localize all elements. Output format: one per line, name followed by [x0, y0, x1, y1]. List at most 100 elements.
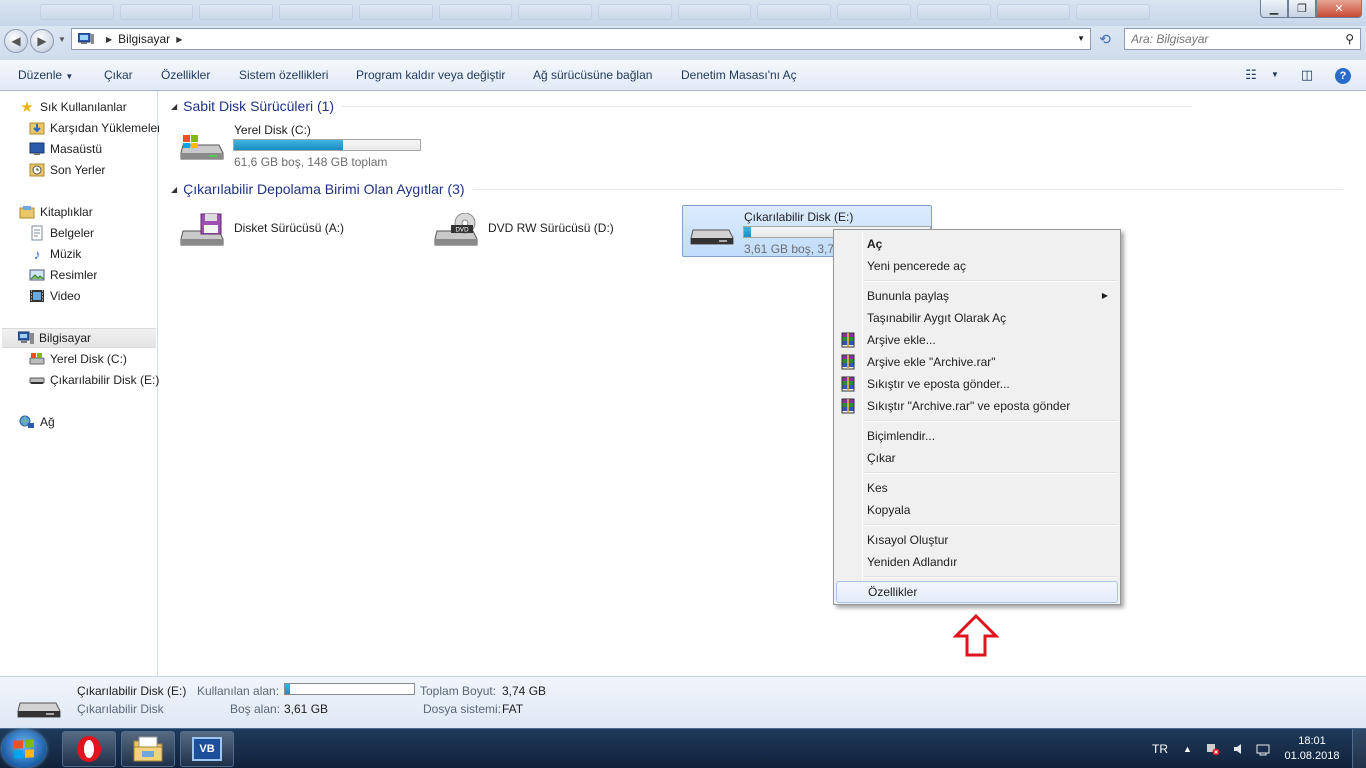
sidebar-item-music[interactable]: ♪ Müzik	[29, 244, 82, 264]
sidebar-label: Belgeler	[50, 226, 95, 240]
menu-item-copy[interactable]: Kopyala	[836, 499, 1118, 521]
close-button[interactable]: ✕	[1316, 0, 1362, 18]
maximize-button[interactable]: ❐	[1288, 0, 1316, 18]
taskbar-opera[interactable]	[62, 731, 116, 767]
hard-drive-icon	[29, 351, 45, 367]
menu-item-eject[interactable]: Çıkar	[836, 447, 1118, 469]
recent-pages-dropdown[interactable]: ▼	[58, 35, 66, 44]
sidebar-item-favorites[interactable]: ★ Sık Kullanılanlar	[19, 97, 127, 117]
address-bar[interactable]: ▶ Bilgisayar ▶ ▼	[71, 28, 1091, 50]
sidebar-item-pictures[interactable]: Resimler	[29, 265, 97, 285]
winrar-icon	[841, 398, 855, 414]
sidebar-item-video[interactable]: Video	[29, 286, 80, 306]
help-button[interactable]: ?	[1332, 65, 1354, 85]
help-icon: ?	[1335, 68, 1351, 84]
view-options-icon[interactable]: ☷	[1240, 65, 1262, 85]
show-desktop-button[interactable]	[1352, 729, 1366, 768]
menu-item-compress-rar-email[interactable]: Sıkıştır "Archive.rar" ve eposta gönder	[836, 395, 1118, 417]
back-button[interactable]: ◀	[4, 29, 28, 53]
details-fs-label: Dosya sistemi:	[423, 702, 502, 716]
menu-item-properties[interactable]: Özellikler	[836, 581, 1118, 603]
drive-tile-a[interactable]: Disket Sürücüsü (A:)	[173, 203, 423, 255]
winrar-icon	[841, 354, 855, 370]
menu-item-open-as-portable[interactable]: Taşınabilir Aygıt Olarak Aç	[836, 307, 1118, 329]
drive-usage-fill	[744, 227, 751, 237]
pictures-icon	[29, 267, 45, 283]
open-control-panel-button[interactable]: Denetim Masası'nı Aç	[681, 66, 797, 85]
organize-label: Düzenle	[18, 68, 63, 82]
system-properties-button[interactable]: Sistem özellikleri	[239, 66, 328, 85]
group-title: Çıkarılabilir Depolama Birimi Olan Aygıt…	[183, 181, 465, 197]
refresh-icon[interactable]: ⟲	[1095, 29, 1115, 49]
network-icon	[19, 414, 35, 430]
menu-item-create-shortcut[interactable]: Kısayol Oluştur	[836, 529, 1118, 551]
sidebar-item-documents[interactable]: Belgeler	[29, 223, 94, 243]
sidebar-label: Sık Kullanılanlar	[40, 100, 127, 114]
properties-button[interactable]: Özellikler	[161, 66, 210, 85]
uninstall-program-button[interactable]: Program kaldır veya değiştir	[356, 66, 505, 85]
drive-name: Disket Sürücüsü (A:)	[234, 221, 345, 235]
downloads-folder-icon	[29, 120, 45, 136]
search-box[interactable]: ⚲	[1124, 28, 1361, 50]
network-status-icon[interactable]	[1206, 729, 1220, 768]
drive-tile-d[interactable]: DVD DVD RW Sürücüsü (D:)	[427, 203, 677, 255]
menu-item-share-with[interactable]: Bununla paylaş ▶	[836, 285, 1118, 307]
taskbar-clock[interactable]: 18:01 01.08.2018	[1284, 734, 1340, 764]
recent-places-icon	[29, 162, 45, 178]
map-network-drive-button[interactable]: Ağ sürücüsüne bağlan	[533, 66, 652, 85]
sidebar-item-local-disk[interactable]: Yerel Disk (C:)	[29, 349, 127, 369]
view-dropdown-icon[interactable]: ▼	[1264, 65, 1286, 85]
desktop-icon	[29, 141, 45, 157]
language-indicator[interactable]: TR	[1152, 729, 1168, 768]
sidebar-item-downloads[interactable]: Karşıdan Yüklemeler	[29, 118, 161, 138]
taskbar-vb[interactable]: VB	[180, 731, 234, 767]
action-center-icon[interactable]	[1256, 729, 1270, 768]
submenu-arrow-icon: ▶	[1101, 291, 1108, 300]
search-icon[interactable]: ⚲	[1345, 32, 1354, 46]
breadcrumb-location[interactable]: Bilgisayar	[118, 32, 170, 46]
details-fs-value: FAT	[502, 702, 524, 716]
drive-name: Yerel Disk (C:)	[234, 123, 311, 137]
volume-icon[interactable]	[1232, 729, 1246, 768]
menu-item-format[interactable]: Biçimlendir...	[836, 425, 1118, 447]
menu-item-cut[interactable]: Kes	[836, 477, 1118, 499]
menu-label: Sıkıştır "Archive.rar" ve eposta gönder	[867, 399, 1071, 413]
sidebar-item-removable[interactable]: Çıkarılabilir Disk (E:)	[29, 370, 159, 390]
navigation-pane: ★ Sık Kullanılanlar Karşıdan Yüklemeler M…	[0, 91, 161, 676]
chevron-down-icon: ▼	[65, 72, 74, 81]
command-bar: Düzenle ▼ Çıkar Özellikler Sistem özelli…	[0, 60, 1366, 91]
preview-pane-icon[interactable]: ◫	[1296, 65, 1318, 85]
sidebar-label: Kitaplıklar	[40, 205, 93, 219]
details-free-value: 3,61 GB	[284, 702, 329, 716]
address-history-dropdown[interactable]: ▼	[1077, 34, 1085, 43]
forward-button[interactable]: ▶	[30, 29, 54, 53]
eject-button[interactable]: Çıkar	[104, 66, 133, 85]
group-header-removable[interactable]: ◢ Çıkarılabilir Depolama Birimi Olan Ayg…	[171, 181, 1343, 197]
search-input[interactable]	[1131, 32, 1331, 46]
menu-item-open[interactable]: Aç	[836, 233, 1118, 255]
sidebar-item-libraries[interactable]: Kitaplıklar	[19, 202, 93, 222]
menu-item-add-archive-rar[interactable]: Arşive ekle "Archive.rar"	[836, 351, 1118, 373]
sidebar-item-recent[interactable]: Son Yerler	[29, 160, 105, 180]
breadcrumb-root-arrow[interactable]: ▶	[106, 35, 112, 44]
menu-item-compress-email[interactable]: Sıkıştır ve eposta gönder...	[836, 373, 1118, 395]
dvd-drive-icon: DVD	[434, 213, 478, 246]
sidebar-label: Yerel Disk (C:)	[50, 352, 127, 366]
minimize-button[interactable]: ▁	[1260, 0, 1288, 18]
sidebar-item-desktop[interactable]: Masaüstü	[29, 139, 102, 159]
menu-item-add-archive[interactable]: Arşive ekle...	[836, 329, 1118, 351]
sidebar-label: Çıkarılabilir Disk (E:)	[50, 373, 160, 387]
show-hidden-icons-icon[interactable]: ▲	[1183, 729, 1192, 768]
group-header-hdd[interactable]: ◢ Sabit Disk Sürücüleri (1)	[171, 98, 1193, 114]
sidebar-item-computer[interactable]: Bilgisayar	[2, 328, 156, 348]
menu-item-open-new-window[interactable]: Yeni pencerede aç	[836, 255, 1118, 277]
breadcrumb-arrow[interactable]: ▶	[176, 35, 182, 44]
drive-tile-c[interactable]: Yerel Disk (C:) 61,6 GB boş, 148 GB topl…	[173, 119, 433, 171]
start-button[interactable]	[2, 730, 46, 768]
taskbar-explorer[interactable]	[121, 731, 175, 767]
content-area: ◢ Sabit Disk Sürücüleri (1) Yerel Disk (…	[159, 91, 1366, 676]
menu-item-rename[interactable]: Yeniden Adlandır	[836, 551, 1118, 573]
organize-menu[interactable]: Düzenle ▼	[18, 66, 73, 85]
sidebar-item-network[interactable]: Ağ	[19, 412, 55, 432]
menu-label: Arşive ekle "Archive.rar"	[867, 355, 996, 369]
